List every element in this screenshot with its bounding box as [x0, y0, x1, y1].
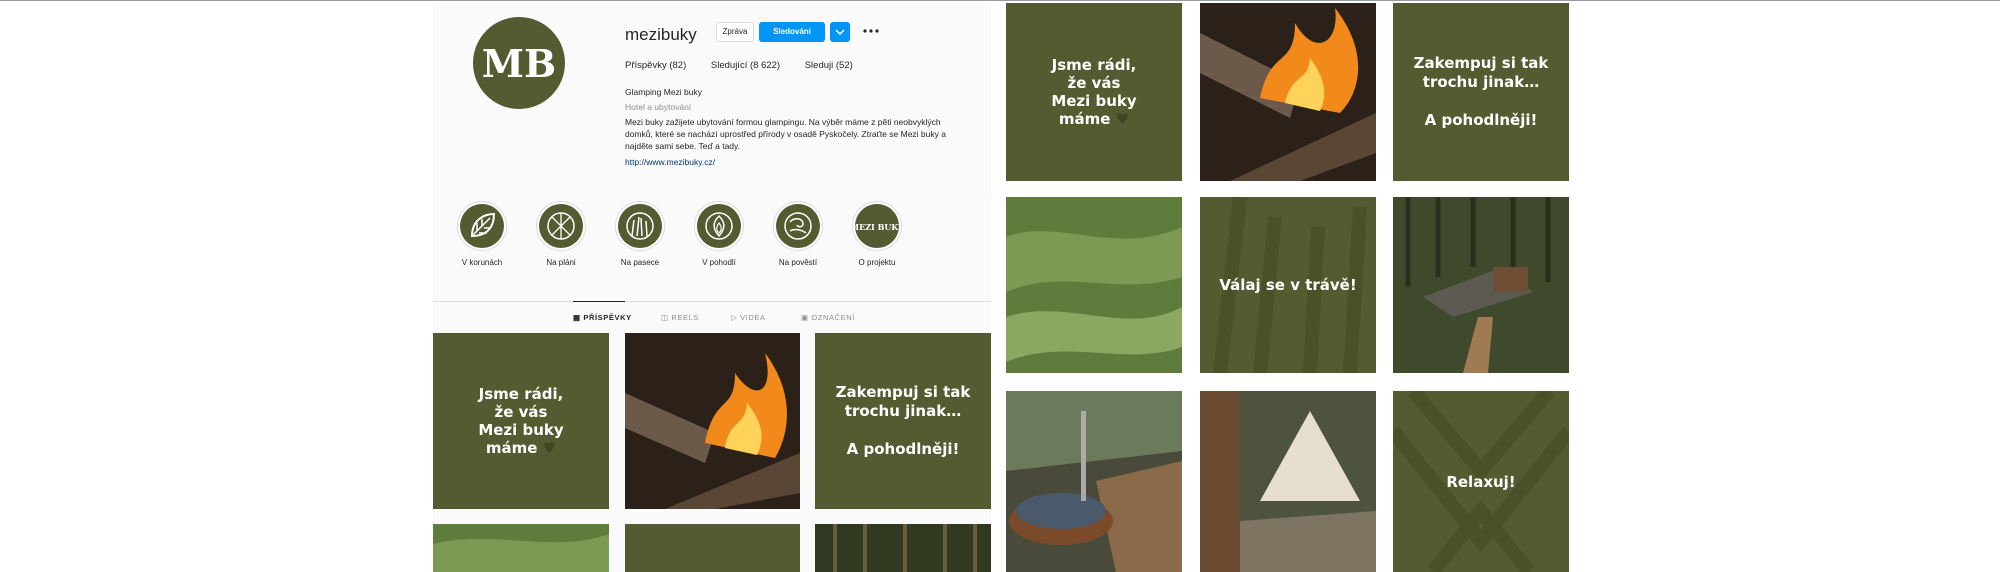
avatar-logo-text: MB: [482, 41, 556, 86]
bio-website-link[interactable]: http://www.mezibuky.cz/: [625, 157, 715, 167]
hot-tub-image: [1006, 391, 1182, 572]
suggested-dropdown-button[interactable]: [830, 22, 850, 42]
leaf-icon: [470, 212, 496, 238]
video-icon: ▷: [731, 313, 741, 322]
tab-label: PŘÍSPĚVKY: [583, 313, 632, 322]
post-forest-photo[interactable]: [815, 524, 991, 572]
profile-stats: Příspěvky (82) Sledující (8 622) Sleduji…: [625, 60, 875, 71]
highlight-na-plani[interactable]: Na pláni: [527, 201, 595, 267]
active-tab-indicator: [573, 301, 625, 302]
post-text: Zakempuj si tak trochu jinak… A pohodlněji…: [1413, 54, 1549, 129]
post-welcome-large[interactable]: Jsme rádi, že vás Mezi buky máme ♥: [1006, 3, 1182, 181]
message-button[interactable]: Zpráva: [716, 22, 754, 42]
logo-icon: MEZI BUKY: [850, 222, 904, 232]
post-hot-tub-photo[interactable]: [1006, 391, 1182, 572]
post-valej-se[interactable]: Válaj se v trávě!: [1200, 197, 1376, 373]
tab-videos[interactable]: ▷ VIDEA: [731, 313, 766, 322]
tab-posts[interactable]: ▦ PŘÍSPĚVKY: [573, 313, 632, 322]
tag-icon: ▣: [801, 313, 812, 322]
posts-count: Příspěvky (82): [625, 60, 687, 71]
campfire-image: [625, 333, 800, 509]
tabs-divider: [433, 301, 991, 302]
geometric-leaf-icon: [547, 212, 575, 240]
post-relaxuj[interactable]: Relaxuj!: [1393, 391, 1569, 572]
campfire-image: [1200, 3, 1376, 181]
logo-text: MEZI BUKY: [855, 222, 899, 232]
post-grass-photo[interactable]: [433, 524, 609, 572]
post-campfire-photo-large[interactable]: [1200, 3, 1376, 181]
profile-username: mezibuky: [625, 25, 697, 44]
grass-image: [1006, 197, 1182, 373]
flame-icon: [705, 212, 733, 240]
post-glamping-tent-photo[interactable]: [1393, 197, 1569, 373]
tab-tagged[interactable]: ▣ OZNAČENÍ: [801, 313, 855, 322]
grass-image: [433, 524, 609, 572]
highlight-label: V korunách: [461, 258, 503, 267]
post-welcome[interactable]: Jsme rádi, že vás Mezi buky máme ♥: [433, 333, 609, 509]
highlight-label: Na pláni: [546, 258, 576, 267]
post-text: Jsme rádi, že vás Mezi buky máme ♥: [1051, 56, 1137, 128]
grass-icon: [626, 212, 654, 240]
post-text: Jsme rádi, že vás Mezi buky máme ♥: [478, 385, 564, 457]
post-text: Zakempuj si tak trochu jinak… A pohodlněji…: [835, 383, 971, 458]
ellipsis-icon: [863, 29, 879, 33]
post-text: Relaxuj!: [1446, 472, 1516, 491]
highlight-na-povesti[interactable]: Na pověstí: [764, 201, 832, 267]
tab-reels[interactable]: ◫ REELS: [661, 313, 699, 322]
highlight-label: Na pověstí: [778, 258, 818, 267]
highlight-v-pohodli[interactable]: V pohodlí: [685, 201, 753, 267]
grid-icon: ▦: [573, 313, 584, 322]
tab-label: REELS: [671, 313, 699, 322]
post-zakempuj[interactable]: Zakempuj si tak trochu jinak… A pohodlněji…: [815, 333, 991, 509]
bio-text: Mezi buky zažijete ubytování formou glam…: [625, 117, 946, 151]
highlight-label: V pohodlí: [702, 258, 736, 267]
swirl-icon: [784, 212, 812, 240]
highlight-v-korunach[interactable]: V korunách: [448, 201, 516, 267]
bio-category: Hotel a ubytování: [625, 102, 692, 112]
post-grass-photo-large[interactable]: [1006, 197, 1182, 373]
heart-icon: ♥: [542, 439, 557, 457]
post-campfire-photo[interactable]: [625, 333, 800, 509]
following-count[interactable]: Sleduji (52): [805, 60, 853, 71]
post-text: Válaj se v trávě!: [1219, 276, 1357, 294]
post-teepee-photo[interactable]: [1200, 391, 1376, 572]
tab-label: OZNAČENÍ: [811, 313, 855, 322]
tab-label: VIDEA: [740, 313, 766, 322]
forest-tent-image: [1393, 197, 1569, 373]
forest-image: [815, 524, 991, 572]
bio-name: Glamping Mezi buky: [625, 87, 703, 97]
highlight-label: O projektu: [858, 258, 896, 267]
chevron-down-icon: [835, 29, 845, 36]
following-button[interactable]: Sledování: [759, 22, 825, 42]
profile-avatar[interactable]: MB: [473, 17, 565, 109]
post-zakempuj-large[interactable]: Zakempuj si tak trochu jinak… A pohodlněji…: [1393, 3, 1569, 181]
heart-icon: ♥: [1115, 110, 1130, 128]
highlight-o-projektu[interactable]: MEZI BUKY O projektu: [843, 201, 911, 267]
highlight-na-pasece[interactable]: Na pasece: [606, 201, 674, 267]
more-options-button[interactable]: [861, 23, 881, 39]
followers-count[interactable]: Sledující (8 622): [711, 60, 780, 71]
window-top-border: [0, 0, 2000, 1]
reels-icon: ◫: [661, 313, 672, 322]
highlight-label: Na pasece: [620, 258, 660, 267]
post-grass-text-partial[interactable]: [625, 524, 800, 572]
teepee-image: [1200, 391, 1376, 572]
